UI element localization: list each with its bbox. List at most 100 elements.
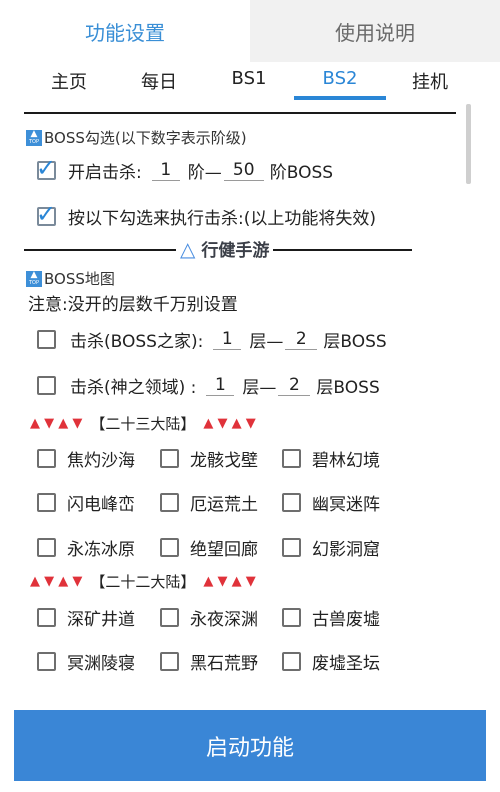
triangle-logo-icon: △ — [180, 236, 196, 261]
top-arrow-icon: ▲ TOP — [26, 270, 42, 287]
boss-home-to-input[interactable]: 2 — [285, 329, 318, 350]
map-checkbox[interactable] — [160, 538, 179, 557]
map-checkbox[interactable] — [160, 652, 179, 671]
continent-title: 【二十二大陆】 — [90, 573, 196, 591]
map-label: 龙骸戈壁 — [190, 451, 258, 471]
kill-toggle-checkbox[interactable]: ✓ — [36, 154, 56, 182]
kill-from-input[interactable]: 1 — [151, 160, 180, 181]
boss-home-row: 击杀(BOSS之家): 1 层— 2 层BOSS — [37, 327, 387, 352]
map-label: 幽冥迷阵 — [312, 495, 380, 515]
sub-tab-idle[interactable]: 挂机 — [412, 68, 448, 94]
triangle-marks-icon: ▲ ▼ ▲ ▼ — [203, 574, 256, 589]
map-checkbox[interactable] — [282, 538, 301, 557]
map-checkbox[interactable] — [160, 493, 179, 512]
map-label: 废墟圣坛 — [312, 654, 380, 674]
boss-home-checkbox[interactable] — [37, 330, 56, 349]
follow-checks-checkbox[interactable]: ✓ — [36, 200, 56, 228]
watermark: △ 行健手游 — [176, 236, 274, 261]
map-checkbox[interactable] — [282, 493, 301, 512]
checkmark-icon: ✓ — [36, 200, 57, 228]
map-label: 闪电峰峦 — [67, 495, 135, 515]
active-tab-indicator — [294, 96, 386, 100]
follow-checks-label: 按以下勾选来执行击杀:(以上功能将失效) — [68, 209, 376, 229]
boss-home-suffix: 层BOSS — [323, 332, 387, 352]
divine-domain-from-input[interactable]: 1 — [206, 375, 235, 396]
watermark-text: 行健手游 — [201, 241, 270, 261]
follow-checks-row: ✓ 按以下勾选来执行击杀:(以上功能将失效) — [36, 200, 376, 229]
boss-home-separator: 层— — [249, 332, 284, 352]
start-function-button[interactable]: 启动功能 — [14, 710, 486, 781]
map-label: 深矿井道 — [67, 610, 135, 630]
kill-toggle-row: ✓ 开启击杀: 1 阶— 50 阶BOSS — [36, 154, 334, 183]
map-checkbox[interactable] — [282, 652, 301, 671]
map-checkbox[interactable] — [282, 449, 301, 468]
map-checkbox[interactable] — [282, 608, 301, 627]
map-checkbox[interactable] — [37, 493, 56, 512]
sub-tab-bs2[interactable]: BS2 — [323, 68, 358, 89]
map-item[interactable]: 闪电峰峦 — [37, 490, 135, 515]
triangle-marks-icon: ▲ ▼ ▲ ▼ — [203, 416, 256, 431]
map-checkbox[interactable] — [37, 538, 56, 557]
tab-function-settings[interactable]: 功能设置 — [0, 0, 250, 62]
sub-tab-home[interactable]: 主页 — [51, 68, 87, 94]
map-item[interactable]: 古兽废墟 — [282, 605, 380, 630]
boss-map-header-text: BOSS地图 — [44, 270, 115, 288]
map-item[interactable]: 永夜深渊 — [160, 605, 258, 630]
kill-range-suffix: 阶BOSS — [269, 163, 334, 183]
map-item[interactable]: 绝望回廊 — [160, 535, 258, 560]
map-item[interactable]: 幽冥迷阵 — [282, 490, 380, 515]
map-label: 幻影洞窟 — [312, 540, 380, 560]
divider — [24, 112, 456, 114]
boss-select-header-text: BOSS勾选(以下数字表示阶级) — [44, 129, 247, 147]
map-label: 厄运荒土 — [190, 495, 258, 515]
divine-domain-checkbox[interactable] — [37, 376, 56, 395]
boss-map-header: ▲ TOP BOSS地图 — [26, 268, 115, 289]
kill-range-separator: 阶— — [187, 163, 222, 183]
map-label: 焦灼沙海 — [67, 451, 135, 471]
tab-instructions[interactable]: 使用说明 — [250, 0, 500, 62]
map-label: 绝望回廊 — [190, 540, 258, 560]
map-checkbox[interactable] — [160, 608, 179, 627]
map-item[interactable]: 龙骸戈壁 — [160, 446, 258, 471]
map-item[interactable]: 焦灼沙海 — [37, 446, 135, 471]
map-label: 永夜深渊 — [190, 610, 258, 630]
sub-tab-bs1[interactable]: BS1 — [232, 68, 267, 89]
divine-domain-to-input[interactable]: 2 — [278, 375, 311, 396]
map-item[interactable]: 废墟圣坛 — [282, 649, 380, 674]
map-checkbox[interactable] — [160, 449, 179, 468]
kill-toggle-label: 开启击杀: — [68, 163, 142, 183]
map-label: 永冻冰原 — [67, 540, 135, 560]
map-checkbox[interactable] — [37, 608, 56, 627]
triangle-marks-icon: ▲ ▼ ▲ ▼ — [30, 574, 83, 589]
boss-select-header: ▲ TOP BOSS勾选(以下数字表示阶级) — [26, 127, 247, 148]
map-item[interactable]: 碧林幻境 — [282, 446, 380, 471]
map-label: 冥渊陵寝 — [67, 654, 135, 674]
divine-domain-suffix: 层BOSS — [316, 378, 380, 398]
continent-header: ▲ ▼ ▲ ▼ 【二十二大陆】 ▲ ▼ ▲ ▼ — [30, 571, 264, 592]
map-label: 碧林幻境 — [312, 451, 380, 471]
map-item[interactable]: 黑石荒野 — [160, 649, 258, 674]
boss-home-label: 击杀(BOSS之家): — [70, 332, 204, 352]
boss-map-note: 注意:没开的层数千万别设置 — [28, 295, 238, 315]
sub-tab-daily[interactable]: 每日 — [141, 68, 177, 94]
map-item[interactable]: 冥渊陵寝 — [37, 649, 135, 674]
map-item[interactable]: 深矿井道 — [37, 605, 135, 630]
map-item[interactable]: 永冻冰原 — [37, 535, 135, 560]
divine-domain-separator: 层— — [242, 378, 277, 398]
divine-domain-label: 击杀(神之领域) : — [70, 378, 197, 398]
kill-to-input[interactable]: 50 — [223, 160, 264, 181]
top-arrow-icon: ▲ TOP — [26, 129, 42, 146]
map-item[interactable]: 幻影洞窟 — [282, 535, 380, 560]
boss-home-from-input[interactable]: 1 — [213, 329, 242, 350]
continent-header: ▲ ▼ ▲ ▼ 【二十三大陆】 ▲ ▼ ▲ ▼ — [30, 413, 264, 434]
continent-title: 【二十三大陆】 — [90, 415, 196, 433]
top-tab-bar: 功能设置 使用说明 — [0, 0, 500, 62]
triangle-marks-icon: ▲ ▼ ▲ ▼ — [30, 416, 83, 431]
scroll-fade — [0, 690, 500, 712]
map-checkbox[interactable] — [37, 449, 56, 468]
map-checkbox[interactable] — [37, 652, 56, 671]
checkmark-icon: ✓ — [36, 154, 57, 182]
map-item[interactable]: 厄运荒土 — [160, 490, 258, 515]
sub-tab-bar: 主页 每日 BS1 BS2 挂机 — [0, 62, 500, 102]
scrollbar[interactable] — [466, 104, 471, 184]
